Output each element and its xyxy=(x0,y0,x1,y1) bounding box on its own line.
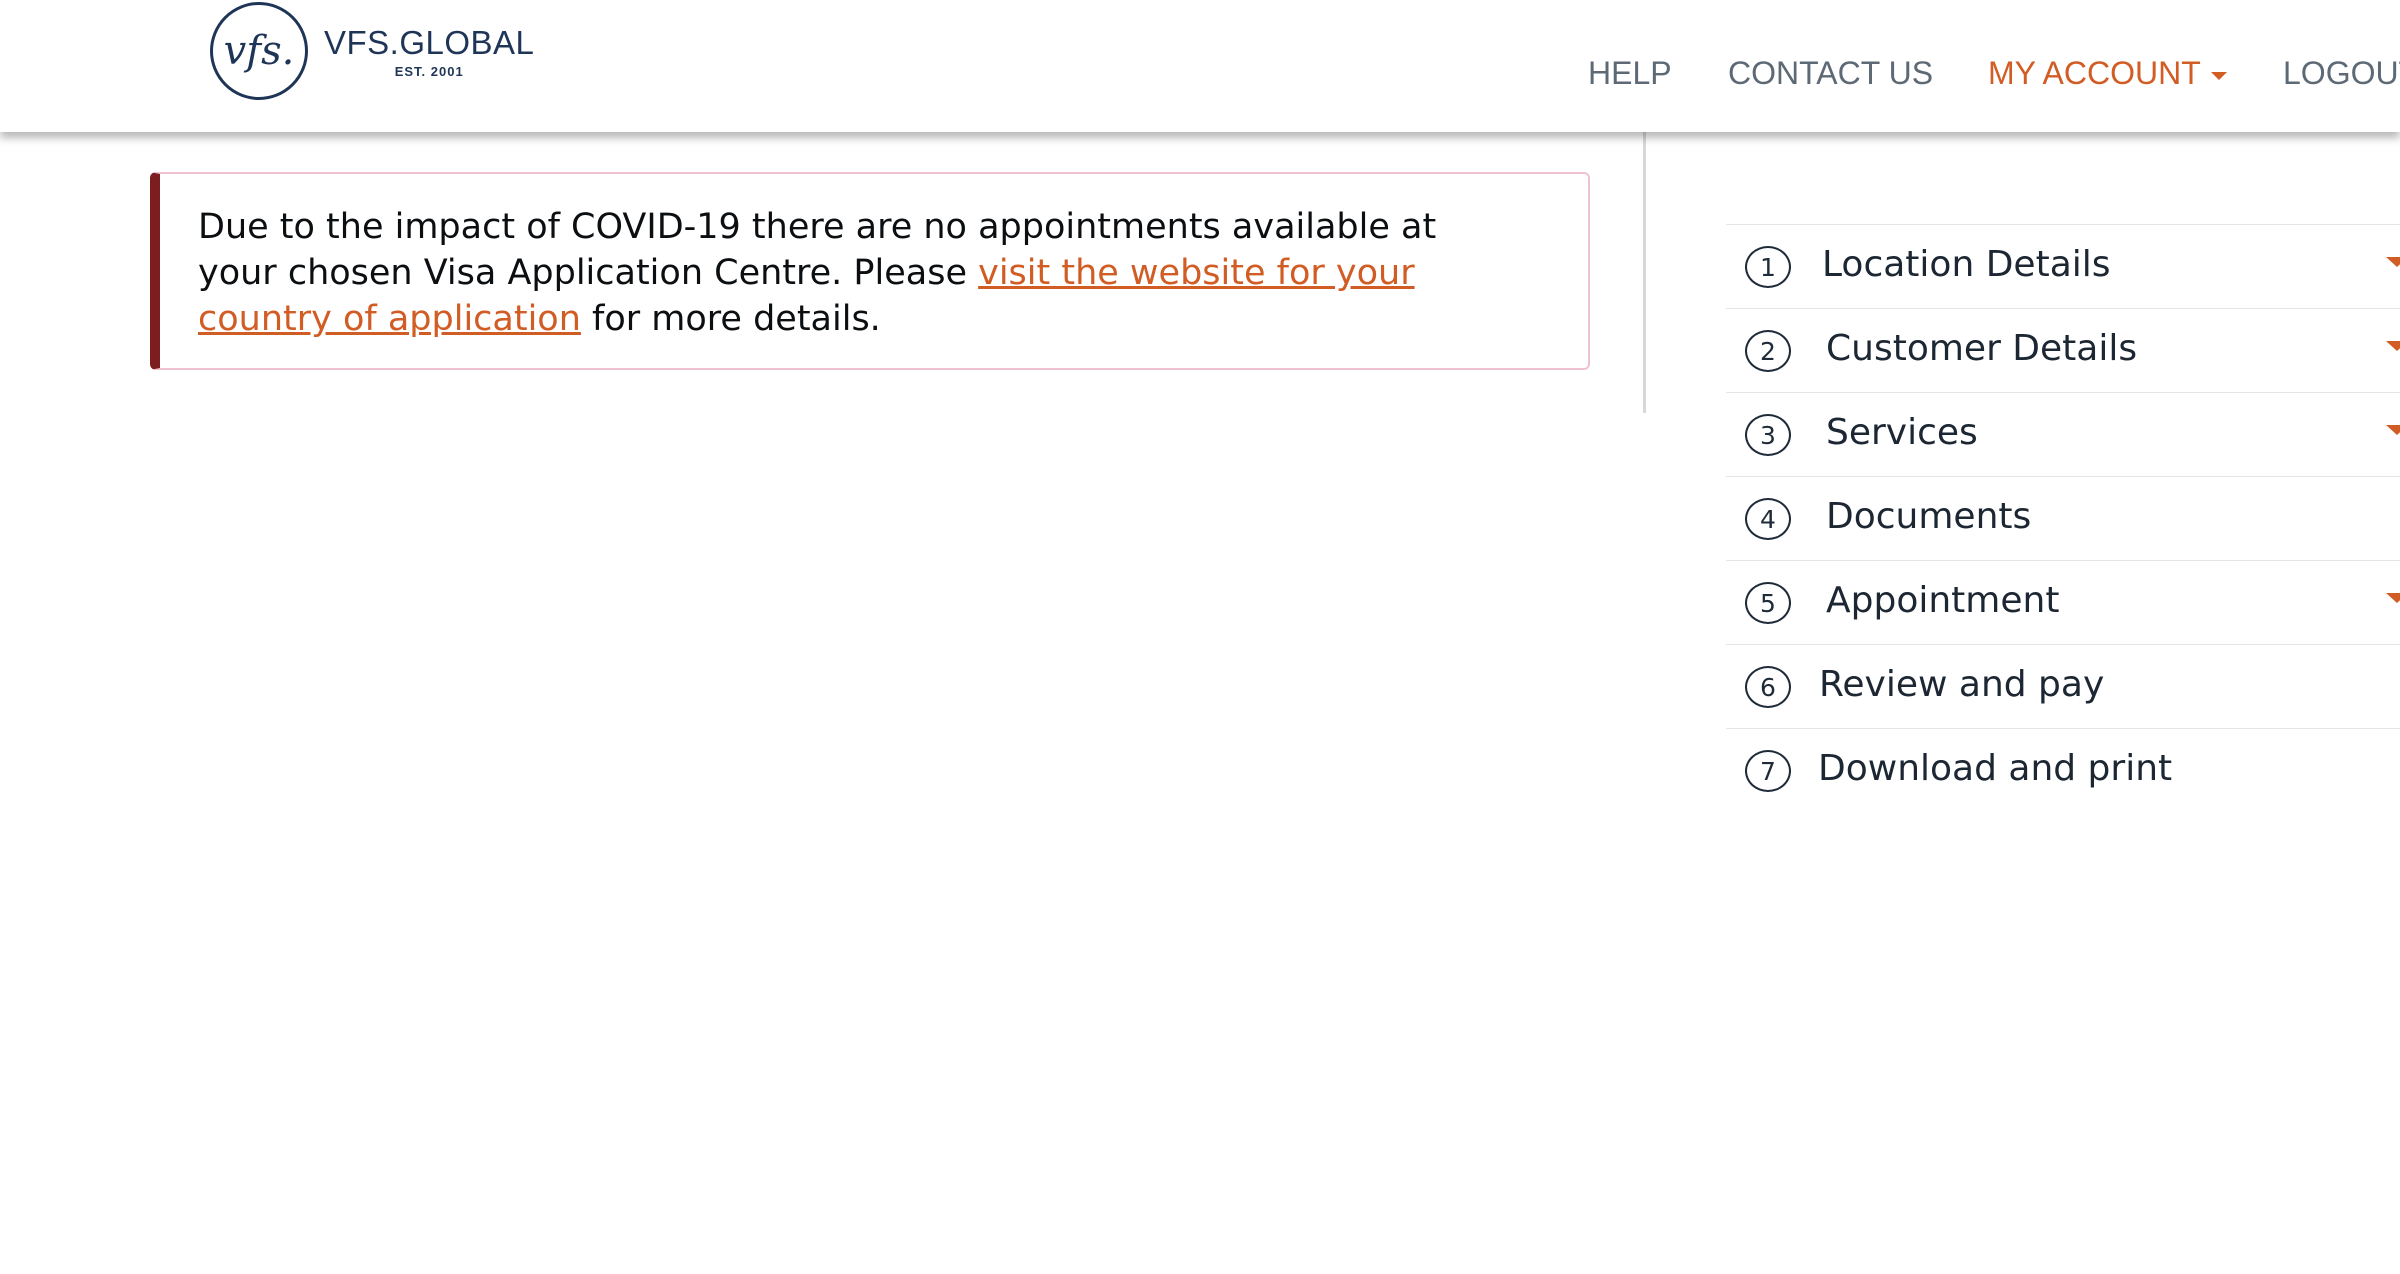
step-number-icon: 3 xyxy=(1745,414,1791,456)
alert-message: Due to the impact of COVID-19 there are … xyxy=(198,204,1518,342)
step-item[interactable]: 6 Review and pay xyxy=(1726,644,2400,728)
chevron-down-icon[interactable] xyxy=(2386,257,2400,267)
step-number-icon: 7 xyxy=(1745,750,1791,792)
covid-alert: Due to the impact of COVID-19 there are … xyxy=(150,172,1590,370)
step-item[interactable]: 2 Customer Details xyxy=(1726,308,2400,392)
step-item[interactable]: 5 Appointment xyxy=(1726,560,2400,644)
step-number-icon: 2 xyxy=(1745,330,1791,372)
step-label: Customer Details xyxy=(1826,328,2138,369)
nav-my-account-label: MY ACCOUNT xyxy=(1988,55,2201,91)
step-label: Services xyxy=(1826,412,1978,453)
step-number-icon: 5 xyxy=(1745,582,1791,624)
nav-contact-us-link[interactable]: CONTACT US xyxy=(1728,55,1933,92)
site-header: vfs. VFS.GLOBAL EST. 2001 HELP CONTACT U… xyxy=(0,0,2400,132)
step-label: Documents xyxy=(1826,496,2032,537)
nav-help-link[interactable]: HELP xyxy=(1588,55,1672,92)
nav-logout-link[interactable]: LOGOUT xyxy=(2283,55,2400,92)
step-number-icon: 1 xyxy=(1745,246,1791,288)
chevron-down-icon[interactable] xyxy=(2386,341,2400,351)
step-label: Appointment xyxy=(1826,580,2060,621)
step-number-icon: 6 xyxy=(1745,666,1791,708)
step-label: Review and pay xyxy=(1819,664,2105,705)
application-steps: 1 Location Details 2 Customer Details 3 Servi… xyxy=(1726,224,2400,812)
chevron-down-icon xyxy=(2210,71,2227,80)
alert-text-after: for more details. xyxy=(580,299,881,339)
top-navigation: HELP CONTACT US MY ACCOUNT LOGOUT xyxy=(0,55,2400,95)
step-label: Location Details xyxy=(1822,244,2111,285)
vertical-divider xyxy=(1643,132,1646,413)
step-item[interactable]: 7 Download and print xyxy=(1726,728,2400,812)
step-item[interactable]: 3 Services xyxy=(1726,392,2400,476)
step-label: Download and print xyxy=(1818,748,2173,789)
step-number-icon: 4 xyxy=(1745,498,1791,540)
step-item[interactable]: 4 Documents xyxy=(1726,476,2400,560)
chevron-down-icon[interactable] xyxy=(2386,425,2400,435)
step-item[interactable]: 1 Location Details xyxy=(1726,224,2400,308)
nav-my-account-dropdown[interactable]: MY ACCOUNT xyxy=(1988,55,2227,92)
chevron-down-icon[interactable] xyxy=(2386,593,2400,603)
